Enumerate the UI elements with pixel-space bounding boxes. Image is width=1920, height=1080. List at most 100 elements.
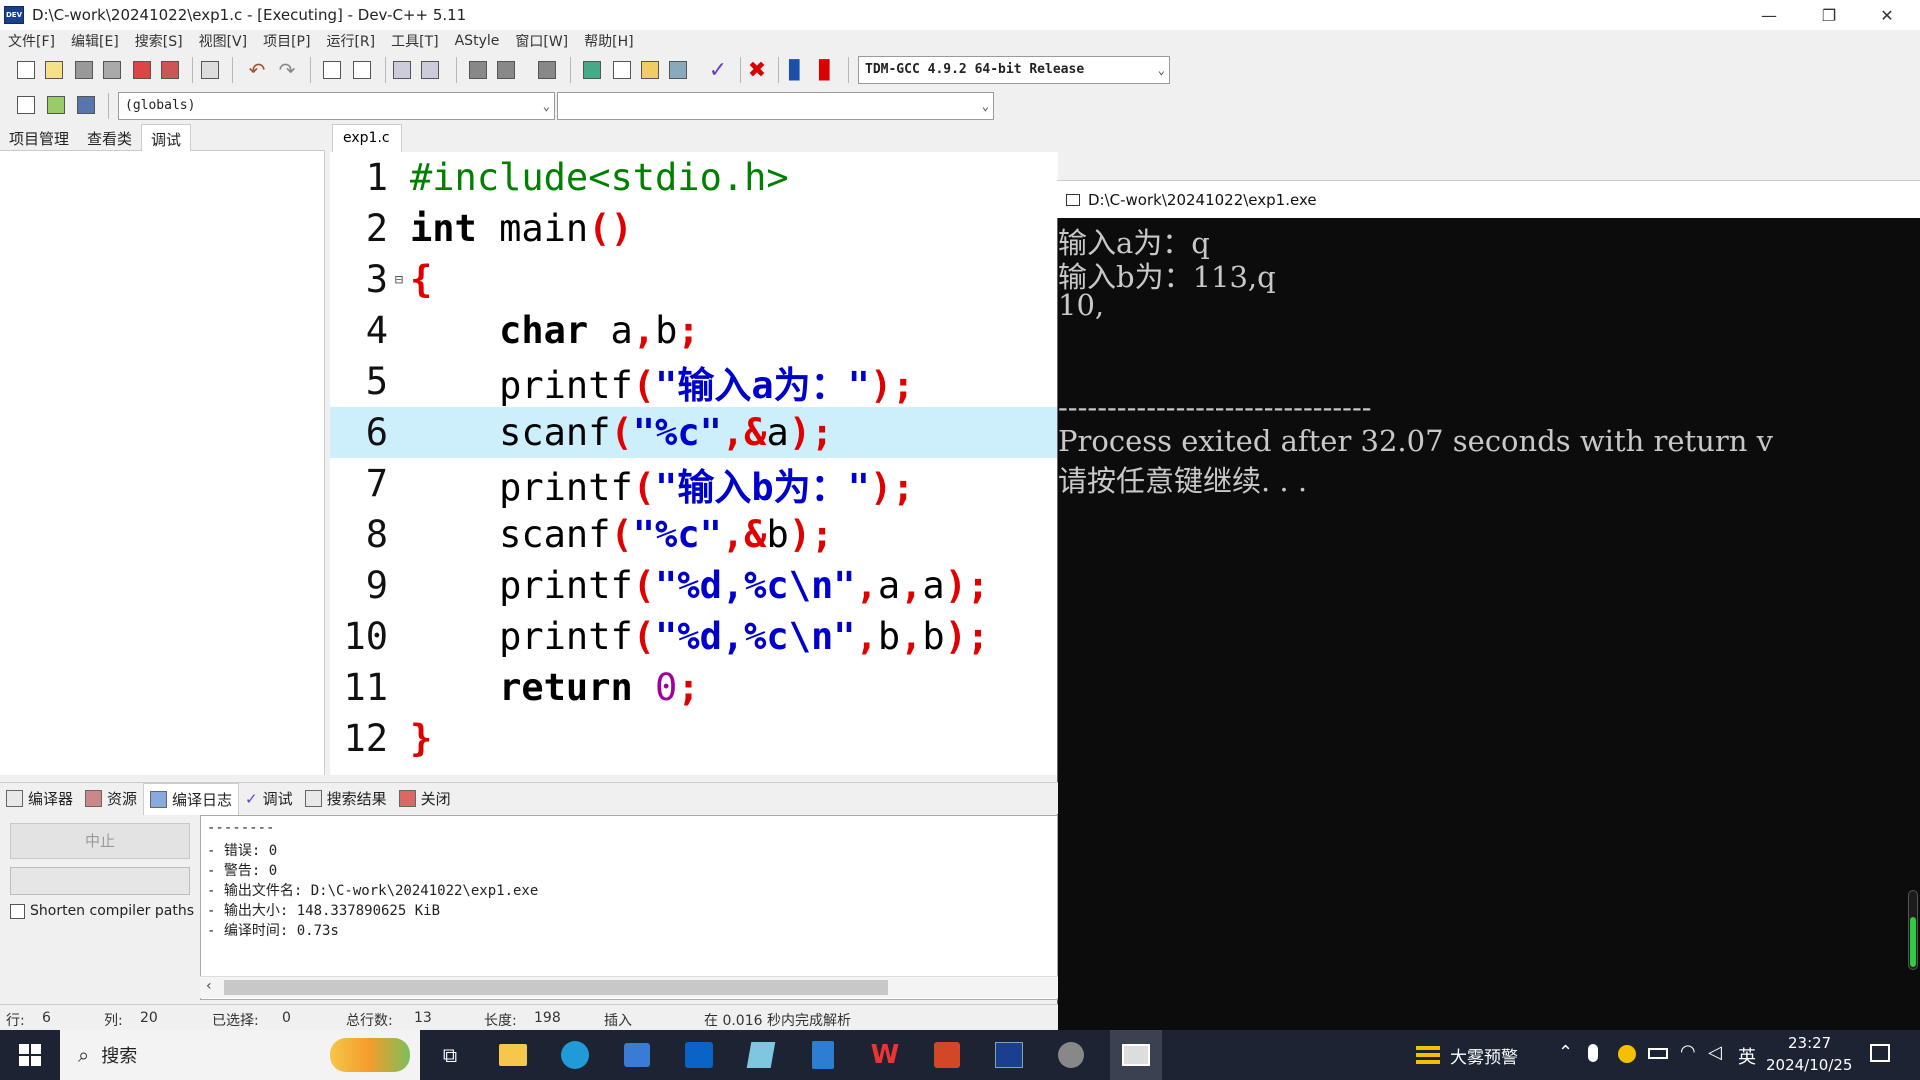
outlook-icon[interactable] [681,1038,717,1072]
tab-classes[interactable]: 查看类 [78,124,141,151]
stop-execution-icon[interactable]: ✖ [745,58,769,83]
function-select[interactable]: ⌄ [557,92,994,120]
tab-debug[interactable]: 调试 [141,124,192,151]
tray-expand-icon[interactable]: ⌃ [1558,1042,1573,1063]
close-button[interactable]: ✕ [1858,0,1916,30]
replace-icon[interactable] [350,58,374,82]
weather-widget[interactable]: 大雾预警 [1416,1030,1518,1080]
scope-select[interactable]: (globals) ⌄ [118,92,555,120]
toggle-bookmark-icon[interactable] [466,58,490,82]
edge-browser-icon[interactable] [557,1038,593,1072]
syntax-check-icon[interactable]: ✓ [706,58,730,83]
save-icon[interactable] [72,58,96,82]
menu-file[interactable]: 文件[F] [0,31,63,51]
powerpoint-icon[interactable] [929,1038,965,1072]
code-line[interactable]: 8 scanf("%c",&b); [330,509,1058,560]
compile-icon[interactable] [580,58,604,82]
close-all-icon[interactable] [158,58,182,82]
delete-profile-icon[interactable]: ▊ [814,58,838,82]
file-explorer-icon[interactable] [495,1038,531,1072]
code-line[interactable]: 11 return 0; [330,662,1058,713]
shorten-paths-option[interactable]: Shorten compiler paths [10,903,194,919]
clock-time[interactable]: 23:27 [1788,1034,1831,1052]
code-line[interactable]: 4 char a,b; [330,305,1058,356]
code-line[interactable]: 9 printf("%d,%c\n",a,a); [330,560,1058,611]
notes-app-icon[interactable] [743,1038,779,1072]
insert-icon[interactable] [14,93,38,117]
compile-run-icon[interactable] [638,58,662,82]
code-line[interactable]: 3 ⊟{ [330,254,1058,305]
menu-project[interactable]: 项目[P] [255,31,318,51]
profile-chart-icon[interactable]: ▊ [784,58,808,82]
wifi-icon[interactable]: ◠ [1680,1041,1696,1062]
code-editor[interactable]: 1 #include<stdio.h> 2 int main() 3 ⊟{4 char a… [330,152,1058,775]
shorten-paths-checkbox[interactable] [10,903,25,919]
taskbar-search-box[interactable]: ⌕ 搜索 [60,1030,420,1080]
menu-search[interactable]: 搜索[S] [127,31,191,51]
compile-log[interactable]: -------- - 错误: 0 - 警告: 0 - 输出文件名: D:\C-w… [200,815,1058,1000]
menu-tools[interactable]: 工具[T] [383,31,446,51]
tab-close[interactable]: 关闭 [393,783,457,815]
indent-icon[interactable] [390,58,414,82]
code-line[interactable]: 1 #include<stdio.h> [330,152,1058,203]
calculator-icon[interactable] [805,1038,841,1072]
save-all-icon[interactable] [100,58,124,82]
code-line[interactable]: 12} [330,713,1058,764]
goto-line-icon[interactable] [535,58,559,82]
bookmark-icon[interactable] [74,93,98,117]
find-icon[interactable] [320,58,344,82]
menu-help[interactable]: 帮助[H] [576,31,641,51]
tab-resources[interactable]: 资源 [79,783,143,815]
console-taskbar-icon[interactable] [1110,1030,1162,1080]
open-file-icon[interactable] [42,58,66,82]
clock-date[interactable]: 2024/10/25 [1766,1056,1852,1074]
menu-window[interactable]: 窗口[W] [507,31,576,51]
menu-view[interactable]: 视图[V] [191,31,256,51]
task-view-icon[interactable]: ⧉ [432,1038,468,1072]
fold-toggle-icon[interactable]: ⊟ [390,271,408,289]
code-line[interactable]: 2 int main() [330,203,1058,254]
goto-icon[interactable] [44,93,68,117]
unindent-icon[interactable] [418,58,442,82]
new-file-icon[interactable] [14,58,38,82]
tab-compiler[interactable]: 编译器 [0,783,79,815]
code-line[interactable]: 5 printf("输入a为："); [330,356,1058,407]
store-icon[interactable] [619,1038,655,1072]
ime-indicator[interactable]: 英 [1738,1043,1756,1069]
settings-tool-icon[interactable] [1053,1038,1089,1072]
volume-icon[interactable]: ◁ [1708,1042,1722,1063]
menu-edit[interactable]: 编辑[E] [63,31,127,51]
restore-button[interactable]: ❐ [1800,0,1858,30]
microphone-icon[interactable] [1588,1044,1598,1062]
code-line[interactable]: 10 printf("%d,%c\n",b,b); [330,611,1058,662]
menu-run[interactable]: 运行[R] [318,31,383,51]
notification-icon[interactable] [1870,1044,1890,1062]
run-icon[interactable] [610,58,634,82]
console-output[interactable]: 输入a为：q 输入b为：113,q 10, ---------------------… [1058,218,1920,1030]
tab-search-results[interactable]: 搜索结果 [299,783,393,815]
tab-debug-bottom[interactable]: ✓ 调试 [239,783,299,815]
undo-icon[interactable]: ↶ [245,58,269,82]
scroll-thumb[interactable] [224,980,888,995]
redo-icon[interactable]: ↷ [275,58,299,82]
code-line[interactable]: 6 scanf("%c",&a); [330,407,1058,458]
compiler-select[interactable]: TDM-GCC 4.9.2 64-bit Release ⌄ [858,56,1170,84]
battery-icon[interactable] [1648,1048,1668,1059]
scroll-left-icon[interactable]: ‹ [206,978,212,994]
code-line[interactable]: 7 printf("输入b为："); [330,458,1058,509]
stop-button[interactable]: 中止 [10,823,190,859]
minimize-button[interactable]: — [1740,0,1798,30]
file-tab-exp1[interactable]: exp1.c [332,124,402,152]
log-horizontal-scrollbar[interactable]: ‹ [200,976,1058,998]
wps-icon[interactable]: W [867,1038,903,1072]
start-button[interactable] [12,1038,48,1072]
tab-project[interactable]: 项目管理 [0,124,78,151]
menu-astyle[interactable]: AStyle [447,33,508,49]
status-tray-icon[interactable] [1618,1045,1636,1063]
devcpp-taskbar-icon[interactable] [991,1038,1027,1072]
rebuild-all-icon[interactable] [666,58,690,82]
print-icon[interactable] [198,58,222,82]
close-file-icon[interactable] [130,58,154,82]
tab-compile-log[interactable]: 编译日志 [143,782,240,815]
goto-bookmark-icon[interactable] [494,58,518,82]
